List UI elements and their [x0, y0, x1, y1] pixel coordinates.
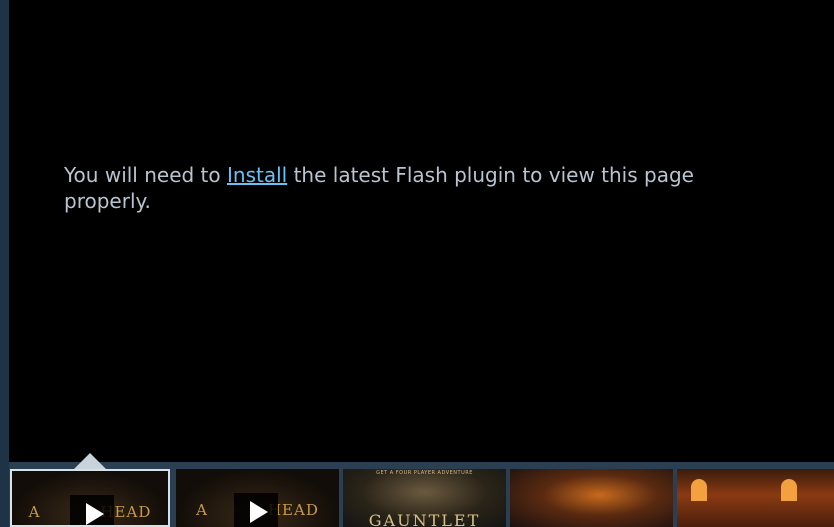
logo-text-left: A [28, 503, 41, 521]
thumbnail-title: GAUNTLET [368, 511, 481, 527]
flash-required-message: You will need to Install the latest Flas… [64, 162, 754, 214]
thumbnail-video-1[interactable]: A HEAD [10, 469, 170, 527]
install-flash-link[interactable]: Install [227, 163, 287, 187]
window-glow [691, 479, 707, 501]
play-icon[interactable] [234, 493, 278, 527]
thumbnail-video-2[interactable]: A HEAD [176, 469, 339, 527]
selected-thumbnail-indicator [74, 453, 106, 469]
thumbnail-caption: GET A FOUR PLAYER ADVENTURE [376, 470, 473, 476]
left-edge [0, 0, 9, 527]
thumbnail-screenshot-3[interactable] [677, 469, 834, 527]
play-icon[interactable] [70, 495, 114, 525]
thumbnail-screenshot-1[interactable]: GET A FOUR PLAYER ADVENTURE GAUNTLET [343, 469, 506, 527]
thumbnail-screenshot-2[interactable] [510, 469, 673, 527]
window-glow [781, 479, 797, 501]
message-prefix: You will need to [64, 163, 227, 187]
media-player: You will need to Install the latest Flas… [9, 0, 834, 462]
logo-text-left: A [196, 501, 208, 519]
